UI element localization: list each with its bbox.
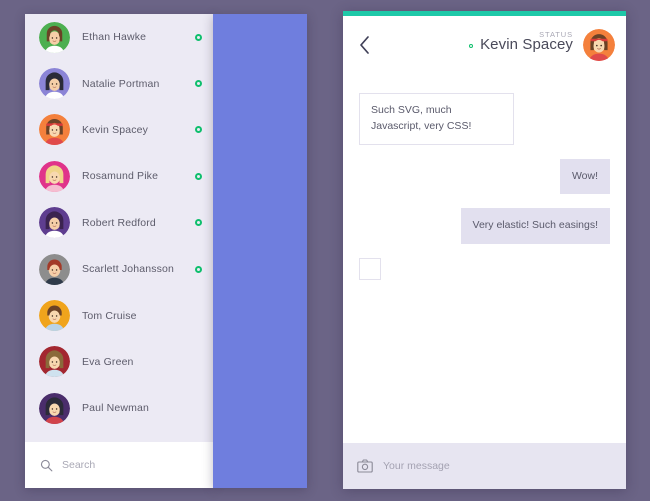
chat-header: STATUS Kevin Spacey bbox=[343, 16, 626, 73]
online-status-dot bbox=[195, 126, 202, 134]
contact-avatar bbox=[39, 114, 70, 146]
message-input[interactable] bbox=[383, 460, 563, 472]
search-icon bbox=[40, 459, 53, 471]
message-bubble-out: Very elastic! Such easings! bbox=[460, 208, 610, 244]
contact-name: Eva Green bbox=[82, 355, 134, 368]
contact-row[interactable]: Scarlett Johansson bbox=[25, 246, 214, 292]
contact-avatar bbox=[39, 68, 70, 100]
message-bubble-out: Wow! bbox=[559, 158, 610, 195]
online-status-dot bbox=[195, 33, 202, 41]
contact-row[interactable]: Eva Green bbox=[25, 339, 214, 385]
blue-side-panel bbox=[213, 14, 307, 488]
contacts-panel: Ethan Hawke Natalie Portman Kevin Spacey bbox=[25, 14, 214, 488]
online-status-dot bbox=[195, 80, 202, 88]
contact-name: Ethan Hawke bbox=[82, 31, 147, 44]
contact-avatar bbox=[39, 160, 70, 192]
contact-row[interactable]: Kevin Spacey bbox=[25, 107, 214, 153]
contact-name: Scarlett Johansson bbox=[82, 263, 175, 276]
online-status-dot bbox=[195, 219, 202, 227]
chat-contact-avatar[interactable] bbox=[583, 28, 615, 61]
contact-row[interactable]: Robert Redford bbox=[25, 200, 214, 246]
contact-list[interactable]: Ethan Hawke Natalie Portman Kevin Spacey bbox=[25, 14, 214, 442]
contact-name: Tom Cruise bbox=[82, 309, 137, 322]
contact-name: Rosamund Pike bbox=[82, 170, 159, 183]
search-bar[interactable] bbox=[25, 442, 214, 488]
contact-avatar bbox=[39, 300, 70, 332]
chat-panel: STATUS Kevin Spacey Such SVG, much Javas… bbox=[343, 11, 626, 489]
status-label: STATUS bbox=[539, 30, 573, 39]
message-bubble-in: Such SVG, much Javascript, very CSS! bbox=[359, 93, 514, 145]
contact-avatar bbox=[39, 346, 70, 378]
chevron-left-icon[interactable] bbox=[357, 34, 373, 56]
online-status-dot bbox=[195, 172, 202, 180]
contact-row[interactable]: Natalie Portman bbox=[25, 60, 214, 106]
contact-row[interactable]: Paul Newman bbox=[25, 385, 214, 431]
contact-row[interactable]: Tom Cruise bbox=[25, 292, 214, 338]
message-composer[interactable] bbox=[343, 443, 626, 489]
online-status-dot bbox=[195, 265, 202, 273]
search-input[interactable] bbox=[62, 459, 182, 471]
contact-avatar bbox=[39, 392, 70, 424]
contact-row[interactable]: Rosamund Pike bbox=[25, 153, 214, 199]
contact-avatar bbox=[39, 253, 70, 285]
contact-row[interactable]: Ethan Hawke bbox=[25, 14, 214, 60]
contact-name: Paul Newman bbox=[82, 402, 150, 415]
contact-avatar bbox=[39, 21, 70, 53]
chat-header-center: STATUS Kevin Spacey bbox=[373, 30, 581, 53]
contact-name: Robert Redford bbox=[82, 216, 156, 229]
message-list: Such SVG, much Javascript, very CSS! Wow!… bbox=[343, 73, 626, 443]
message-bubble-empty bbox=[359, 258, 381, 280]
camera-icon[interactable] bbox=[357, 459, 373, 473]
contact-avatar bbox=[39, 207, 70, 239]
online-status-dot bbox=[469, 44, 474, 48]
contact-name: Natalie Portman bbox=[82, 77, 160, 90]
contact-name: Kevin Spacey bbox=[82, 123, 149, 136]
